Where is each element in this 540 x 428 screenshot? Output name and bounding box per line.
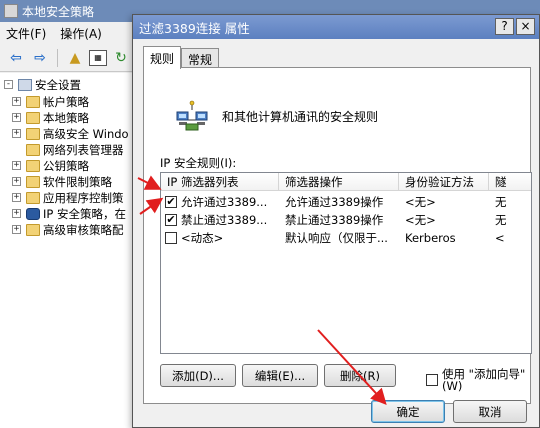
folder-icon [26,223,40,236]
filter-list-name: <动态> [181,231,224,245]
tree-item-advanced-security[interactable]: + 高级安全 Windo [12,125,129,142]
tab-rules[interactable]: 规则 [143,46,182,69]
folder-icon [26,159,40,172]
tab-strip: 规则 常规 [143,46,220,69]
tree-item-label: 公钥策略 [43,158,89,173]
filter-list-name: 允许通过3389... [181,195,268,209]
column-header-filter-list[interactable]: IP 筛选器列表 [161,173,279,191]
tree-item-label: 应用程序控制策 [43,190,124,205]
folder-icon [26,95,40,108]
filter-action: 默认响应（仅限于... [285,231,388,245]
rule-checkbox[interactable] [165,232,177,244]
auth-method: <无> [405,213,436,227]
back-arrow-icon[interactable]: ⇦ [6,48,26,68]
policy-icon [18,78,32,91]
tree-item-public-key[interactable]: + 公钥策略 [12,157,89,174]
table-cell: ✔ 禁止通过3389... [161,211,279,229]
tree-item-security-settings[interactable]: - 安全设置 [4,76,81,93]
filter-action: 允许通过3389操作 [285,195,384,209]
table-cell: <动态> [161,229,279,247]
tree-item-app-control[interactable]: + 应用程序控制策 [12,189,124,206]
folder-icon [26,127,40,140]
console-tree: - 安全设置 + 帐户策略 + 本地策略 + 高级安全 Windo 网络列表管理… [0,73,140,428]
show-hide-tree-icon[interactable]: ▦ [89,49,107,66]
tree-item-label: 高级安全 Windo [43,126,129,141]
tunnel-endpoint: 无 [495,213,507,227]
refresh-icon[interactable]: ↻ [111,48,131,68]
tree-item-label: 软件限制策略 [43,174,112,189]
dialog-titlebar[interactable]: 过滤3389连接 属性 [133,15,539,39]
ip-rules-list[interactable]: IP 筛选器列表 筛选器操作 身份验证方法 隧 ✔ 允许通过3389... 允许… [160,172,532,354]
forward-arrow-icon[interactable]: ⇨ [30,48,50,68]
up-folder-icon[interactable]: ▲ [65,48,85,68]
dialog-title: 过滤3389连接 属性 [139,20,250,36]
edit-button[interactable]: 编辑(E)... [242,364,318,387]
expand-icon[interactable]: + [12,209,21,218]
toolbar-separator [57,48,58,67]
ok-button[interactable]: 确定 [371,400,445,423]
help-button[interactable]: ? [495,18,514,35]
folder-icon [26,111,40,124]
column-header-filter-action[interactable]: 筛选器操作 [279,173,399,191]
tree-item-label: IP 安全策略，在 [43,206,126,221]
tree-item-label: 本地策略 [43,110,89,125]
cancel-button[interactable]: 取消 [453,400,527,423]
tree-item-software-restriction[interactable]: + 软件限制策略 [12,173,112,190]
expand-icon[interactable]: + [12,225,21,234]
list-header: IP 筛选器列表 筛选器操作 身份验证方法 隧 [161,173,531,191]
column-header-auth-method[interactable]: 身份验证方法 [399,173,489,191]
tree-item-ip-security[interactable]: + IP 安全策略，在 [12,205,126,222]
tree-item-advanced-audit[interactable]: + 高级审核策略配 [12,221,124,238]
table-row[interactable]: ✔ 允许通过3389... 允许通过3389操作 <无> 无 [161,193,531,211]
rule-checkbox[interactable]: ✔ [165,196,177,208]
expand-icon[interactable]: + [12,129,21,138]
ip-rules-label: IP 安全规则(I): [160,156,237,170]
table-row[interactable]: ✔ 禁止通过3389... 禁止通过3389操作 <无> 无 [161,211,531,229]
tunnel-endpoint: < [495,231,505,245]
rules-description: 和其他计算机通讯的安全规则 [222,110,379,124]
tunnel-endpoint: 无 [495,195,507,209]
folder-icon [26,191,40,204]
network-computers-icon [176,100,208,131]
table-cell: ✔ 允许通过3389... [161,193,279,211]
tree-item-label: 网络列表管理器 [43,142,124,157]
tree-item-local-policy[interactable]: + 本地策略 [12,109,89,126]
folder-icon [26,175,40,188]
tree-item-account-policy[interactable]: + 帐户策略 [12,93,89,110]
menu-file[interactable]: 文件(F) [6,25,46,42]
delete-button[interactable]: 删除(R) [324,364,396,387]
auth-method: Kerberos [405,231,456,245]
expand-icon[interactable]: + [12,161,21,170]
tab-general[interactable]: 常规 [181,48,220,69]
add-button[interactable]: 添加(D)... [160,364,236,387]
filter-action: 禁止通过3389操作 [285,213,384,227]
app-icon [4,4,18,18]
bg-window-title: 本地安全策略 [22,4,95,19]
use-wizard-label: 使用 "添加向导"(W) [442,367,526,393]
expand-icon[interactable]: + [12,97,21,106]
tree-item-label: 安全设置 [35,77,81,92]
shield-icon [26,207,40,220]
use-wizard-checkbox[interactable] [426,374,438,386]
auth-method: <无> [405,195,436,209]
collapse-icon[interactable]: - [4,80,13,89]
table-row[interactable]: <动态> 默认响应（仅限于... Kerberos < [161,229,531,247]
rule-checkbox[interactable]: ✔ [165,214,177,226]
expand-icon[interactable]: + [12,193,21,202]
rules-tab-panel: 和其他计算机通讯的安全规则 IP 安全规则(I): IP 筛选器列表 筛选器操作… [143,67,532,404]
expand-icon[interactable]: + [12,113,21,122]
menu-action[interactable]: 操作(A) [60,25,102,42]
tree-item-network-list[interactable]: 网络列表管理器 [12,141,124,158]
tree-item-label: 帐户策略 [43,94,89,109]
expand-icon[interactable]: + [12,177,21,186]
folder-icon [26,143,40,156]
tree-item-label: 高级审核策略配 [43,222,124,237]
close-button[interactable]: × [516,18,535,35]
column-header-tunnel[interactable]: 隧 [489,173,531,191]
properties-dialog: 过滤3389连接 属性 ? × 规则 常规 和其他计算机通讯的安全规则 IP 安… [132,14,540,428]
filter-list-name: 禁止通过3389... [181,213,268,227]
